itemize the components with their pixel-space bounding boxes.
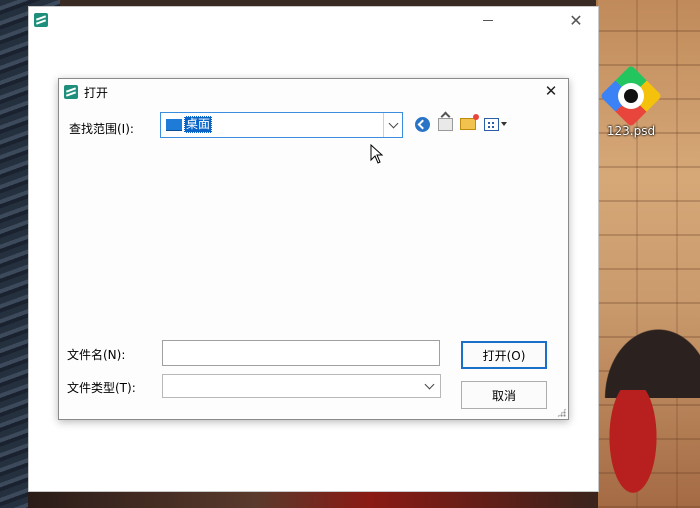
- resize-grip-icon[interactable]: [557, 408, 566, 417]
- up-one-level-icon: [437, 117, 453, 131]
- view-menu-button[interactable]: [482, 115, 508, 133]
- look-in-value: 桌面: [184, 116, 213, 133]
- desktop-file-123-psd[interactable]: 123.psd: [599, 64, 663, 138]
- dialog-close-button[interactable]: ✕: [540, 82, 562, 102]
- new-folder-button[interactable]: [459, 114, 479, 133]
- file-type-select[interactable]: [162, 374, 441, 398]
- back-icon: [414, 116, 430, 132]
- mouse-cursor-icon: [370, 144, 384, 164]
- app-close-button[interactable]: ✕: [556, 7, 596, 33]
- psd-file-icon: [599, 64, 663, 128]
- minimize-button[interactable]: [468, 7, 508, 33]
- app-titlebar[interactable]: ✕: [29, 7, 598, 33]
- file-type-label: 文件类型(T):: [67, 381, 136, 395]
- close-icon: ✕: [544, 82, 558, 100]
- wallpaper-bottom: [28, 490, 598, 508]
- view-menu-arrow-icon: [500, 122, 507, 126]
- cancel-button[interactable]: 取消: [461, 381, 547, 409]
- up-one-level-button[interactable]: [436, 115, 454, 133]
- file-name-label: 文件名(N):: [67, 348, 126, 362]
- back-button[interactable]: [413, 115, 431, 133]
- wallpaper-person: [603, 390, 663, 508]
- new-folder-icon: [460, 114, 479, 130]
- minimize-icon: [483, 19, 493, 21]
- chevron-down-icon: [424, 379, 434, 390]
- dialog-title: 打开: [84, 86, 109, 100]
- close-icon: ✕: [569, 10, 583, 30]
- chevron-down-icon: [388, 118, 398, 129]
- open-button[interactable]: 打开(O): [461, 341, 547, 369]
- wallpaper-umbrella: [596, 318, 700, 398]
- open-dialog: 打开 ✕ 查找范围(I): 桌面 文件名(N): 文件类型(T): 打开(O) …: [58, 78, 569, 420]
- desktop-file-label: 123.psd: [606, 124, 656, 138]
- view-menu-icon: [483, 117, 499, 131]
- look-in-combobox[interactable]: 桌面: [160, 112, 403, 138]
- look-in-dropdown-button[interactable]: [383, 113, 402, 137]
- look-in-label: 查找范围(I):: [69, 122, 134, 136]
- file-type-dropdown-button[interactable]: [421, 377, 437, 395]
- dialog-titlebar[interactable]: 打开 ✕: [59, 79, 568, 105]
- app-logo-icon: [34, 13, 48, 27]
- app-logo-icon: [64, 85, 78, 99]
- file-name-input[interactable]: [162, 340, 440, 366]
- desktop-folder-icon: [166, 119, 182, 131]
